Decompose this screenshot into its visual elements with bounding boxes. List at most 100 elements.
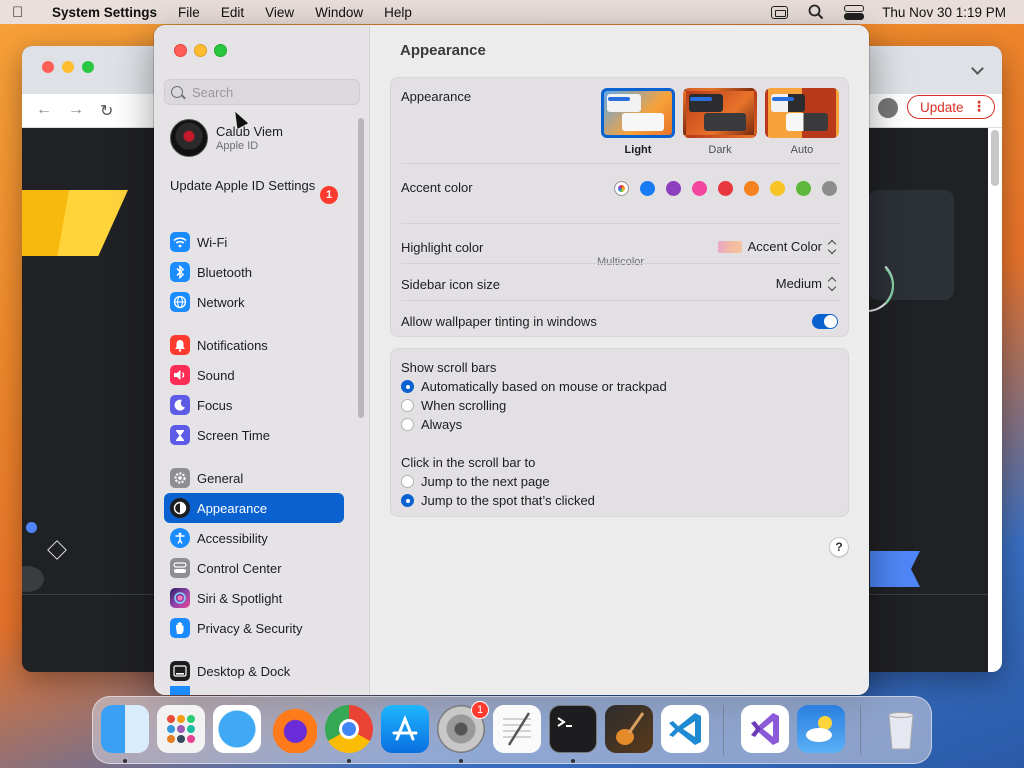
moon-icon [170, 395, 190, 415]
menu-help[interactable]: Help [384, 5, 412, 20]
terminal-icon[interactable] [549, 705, 597, 753]
sidebar-item-bluetooth[interactable]: Bluetooth [164, 257, 344, 287]
sidebar-item-wifi[interactable]: Wi-Fi [164, 227, 344, 257]
sidebar-icon-size-value: Medium [775, 276, 822, 291]
radio-scroll-when-scrolling[interactable]: When scrolling [401, 398, 506, 413]
highlight-color-label: Highlight color [401, 240, 484, 255]
show-scroll-bars-label: Show scroll bars [401, 360, 497, 375]
menubar-clock[interactable]: Thu Nov 30 1:19 PM [882, 5, 1006, 20]
theme-option-light[interactable]: Light [601, 88, 675, 156]
sidebar-icon-size-popup[interactable]: Medium [776, 276, 836, 291]
trash-icon[interactable] [877, 705, 925, 753]
page-decoration-dot [26, 522, 37, 533]
browser-forward-icon[interactable]: → [68, 101, 84, 119]
radio-scroll-always[interactable]: Always [401, 417, 462, 432]
sidebar-item-appearance[interactable]: Appearance [164, 493, 344, 523]
hand-icon [170, 618, 190, 638]
highlight-color-value: Accent Color [747, 239, 822, 254]
browser-minimize-button[interactable] [62, 61, 74, 73]
apple-id-account[interactable]: Calub Viem Apple ID [170, 119, 283, 157]
menu-app-name[interactable]: System Settings [52, 5, 157, 20]
sidebar-item-screen-time[interactable]: Screen Time [164, 420, 344, 450]
finder-icon[interactable] [101, 705, 149, 753]
sidebar-item-general[interactable]: General [164, 463, 344, 493]
update-apple-id-settings[interactable]: Update Apple ID Settings [170, 178, 340, 194]
help-button[interactable]: ? [829, 537, 849, 557]
textedit-icon[interactable] [493, 705, 541, 753]
vscode-icon[interactable] [661, 705, 709, 753]
control-center-menubar-icon[interactable] [844, 5, 865, 20]
accent-swatch[interactable] [770, 181, 785, 196]
sidebar-item-control-center[interactable]: Control Center [164, 553, 344, 583]
screen-mirroring-icon[interactable] [771, 5, 789, 19]
radio-button [401, 380, 414, 393]
menu-window[interactable]: Window [315, 5, 363, 20]
browser-scrollbar[interactable] [988, 128, 1002, 672]
window-zoom-button[interactable] [214, 44, 227, 57]
browser-close-button[interactable] [42, 61, 54, 73]
spotlight-icon[interactable] [808, 4, 824, 20]
browser-update-button[interactable]: Update ⋮ [907, 95, 995, 119]
wallpaper-tinting-toggle[interactable] [812, 314, 838, 329]
window-minimize-button[interactable] [194, 44, 207, 57]
sidebar-item-notifications[interactable]: Notifications [164, 330, 344, 360]
app-store-icon[interactable] [381, 705, 429, 753]
window-close-button[interactable] [174, 44, 187, 57]
accent-swatch[interactable] [692, 181, 707, 196]
weather-icon[interactable] [797, 705, 845, 753]
menu-edit[interactable]: Edit [221, 5, 244, 20]
menu-file[interactable]: File [178, 5, 200, 20]
radio-label: Always [421, 417, 463, 432]
popup-stepper-icon [828, 277, 836, 291]
accent-swatch[interactable] [822, 181, 837, 196]
search-input[interactable] [192, 84, 352, 100]
radio-jump-to-spot[interactable]: Jump to the spot that’s clicked [401, 493, 595, 508]
sidebar-item-privacy-security[interactable]: Privacy & Security [164, 613, 344, 643]
dark-theme-thumbnail [683, 88, 757, 138]
browser-reload-icon[interactable]: ↻ [100, 101, 113, 121]
theme-option-dark[interactable]: Dark [683, 88, 757, 156]
sidebar-item-desktop-dock[interactable]: Desktop & Dock [164, 656, 344, 686]
apple-menu-icon[interactable]:  [12, 4, 34, 21]
accent-swatch[interactable] [666, 181, 681, 196]
accent-swatch[interactable] [744, 181, 759, 196]
garageband-icon[interactable] [605, 705, 653, 753]
system-settings-window: Calub Viem Apple ID Update Apple ID Sett… [154, 25, 869, 695]
page-decoration-diamond [47, 540, 67, 560]
auto-theme-thumbnail [765, 88, 839, 138]
launchpad-icon[interactable] [157, 705, 205, 753]
chrome-icon[interactable] [325, 705, 373, 753]
click-scroll-bar-label: Click in the scroll bar to [401, 455, 536, 470]
page-decoration-yellow [22, 190, 128, 256]
accent-swatch[interactable] [640, 181, 655, 196]
radio-jump-next-page[interactable]: Jump to the next page [401, 474, 550, 489]
dock-icon [170, 661, 190, 681]
highlight-color-popup[interactable]: Accent Color [717, 239, 836, 254]
sidebar-item-sound[interactable]: Sound [164, 360, 344, 390]
accent-swatch-multicolor[interactable] [614, 181, 629, 196]
sidebar-item-accessibility[interactable]: Accessibility [164, 523, 344, 553]
sidebar-item-network[interactable]: Network [164, 287, 344, 317]
browser-scroll-thumb[interactable] [991, 130, 999, 186]
sidebar-scrollbar[interactable] [358, 118, 364, 418]
accent-swatch[interactable] [718, 181, 733, 196]
browser-back-icon[interactable]: ← [36, 101, 52, 119]
radio-button [401, 418, 414, 431]
accent-swatch[interactable] [796, 181, 811, 196]
visual-studio-icon[interactable] [741, 705, 789, 753]
radio-scroll-automatic[interactable]: Automatically based on mouse or trackpad [401, 379, 667, 394]
sidebar-item-label: Appearance [197, 500, 268, 516]
browser-profile-avatar[interactable] [878, 98, 898, 118]
theme-option-auto[interactable]: Auto [765, 88, 839, 156]
sidebar-item-siri-spotlight[interactable]: Siri & Spotlight [164, 583, 344, 613]
divider [401, 263, 840, 264]
sidebar-item-partial[interactable] [164, 686, 344, 695]
browser-zoom-button[interactable] [82, 61, 94, 73]
safari-icon[interactable] [213, 705, 261, 753]
search-field[interactable] [164, 79, 360, 105]
firefox-icon[interactable] [269, 705, 317, 753]
sidebar-item-label: Network [197, 294, 245, 310]
sidebar-item-label: General [197, 470, 244, 486]
menu-view[interactable]: View [265, 5, 294, 20]
sidebar-item-focus[interactable]: Focus [164, 390, 344, 420]
